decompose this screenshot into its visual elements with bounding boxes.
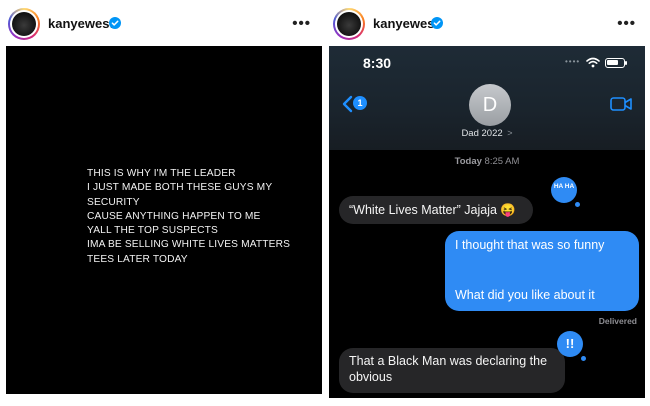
message-text: I thought that was so funny xyxy=(455,238,605,252)
battery-icon xyxy=(605,58,627,68)
post-header: kanyewest ••• xyxy=(0,6,325,42)
message-bubble-received[interactable]: “White Lives Matter” Jajaja 😝 xyxy=(339,196,533,224)
back-chevron-icon xyxy=(342,95,353,113)
verified-badge-icon xyxy=(109,17,121,29)
instagram-post-left: kanyewest ••• THIS IS WHY I'M THE LEADER… xyxy=(0,0,325,406)
caption-line: THIS IS WHY I'M THE LEADER xyxy=(87,168,236,179)
message-bubble-sent[interactable]: I thought that was so funny What did you… xyxy=(445,231,639,311)
delivered-status: Delivered xyxy=(598,316,637,326)
chevron-right-icon: > xyxy=(507,128,513,138)
contact-name[interactable]: Dad 2022 > xyxy=(329,128,645,139)
username[interactable]: kanyewest xyxy=(48,16,114,31)
more-options-icon[interactable]: ••• xyxy=(617,15,636,32)
status-time: 8:30 xyxy=(363,55,392,71)
verified-badge-icon xyxy=(431,17,443,29)
post-header: kanyewest ••• xyxy=(325,6,650,42)
signal-dots-icon: •••• xyxy=(565,57,581,66)
message-timestamp: Today 8:25 AM xyxy=(454,156,520,167)
messages-header: 8:30 •••• 1 D Dad 2022 > xyxy=(329,46,645,150)
caption-line: IMA BE SELLING WHITE LIVES MATTERS xyxy=(87,239,291,251)
caption-line: CAUSE ANYTHING HAPPEN TO ME xyxy=(87,210,261,222)
image-caption-text: THIS IS WHY I'M THE LEADER I JUST MADE B… xyxy=(87,167,302,267)
haha-tapback-icon: HA HA xyxy=(551,177,577,203)
imessage-screenshot: 8:30 •••• 1 D Dad 2022 > Today 8:25 AM “… xyxy=(329,46,645,398)
instagram-post-right: kanyewest ••• 8:30 •••• 1 D Dad 2022 > T… xyxy=(325,0,650,406)
caption-line: SECURITY xyxy=(87,196,140,208)
message-bubble-received[interactable]: That a Black Man was declaring the obvio… xyxy=(339,348,565,393)
facetime-video-icon[interactable] xyxy=(610,96,632,112)
contact-name-label: Dad 2022 xyxy=(461,128,503,139)
more-options-icon[interactable]: ••• xyxy=(292,15,311,32)
exclamation-tapback-icon: !! xyxy=(557,331,583,357)
back-button[interactable]: 1 xyxy=(341,94,371,114)
profile-avatar[interactable] xyxy=(333,8,365,40)
contact-avatar[interactable]: D xyxy=(469,84,511,126)
unread-count-badge: 1 xyxy=(353,96,367,110)
caption-line: YALL THE TOP SUSPECTS xyxy=(87,225,218,237)
wifi-icon xyxy=(586,57,600,68)
caption-line: TEES LATER TODAY xyxy=(87,253,188,265)
username[interactable]: kanyewest xyxy=(373,16,439,31)
message-text: What did you like about it xyxy=(455,288,595,302)
profile-avatar[interactable] xyxy=(8,8,40,40)
caption-line: I JUST MADE BOTH THESE GUYS MY xyxy=(87,182,273,194)
post-image: THIS IS WHY I'M THE LEADER I JUST MADE B… xyxy=(6,46,322,394)
